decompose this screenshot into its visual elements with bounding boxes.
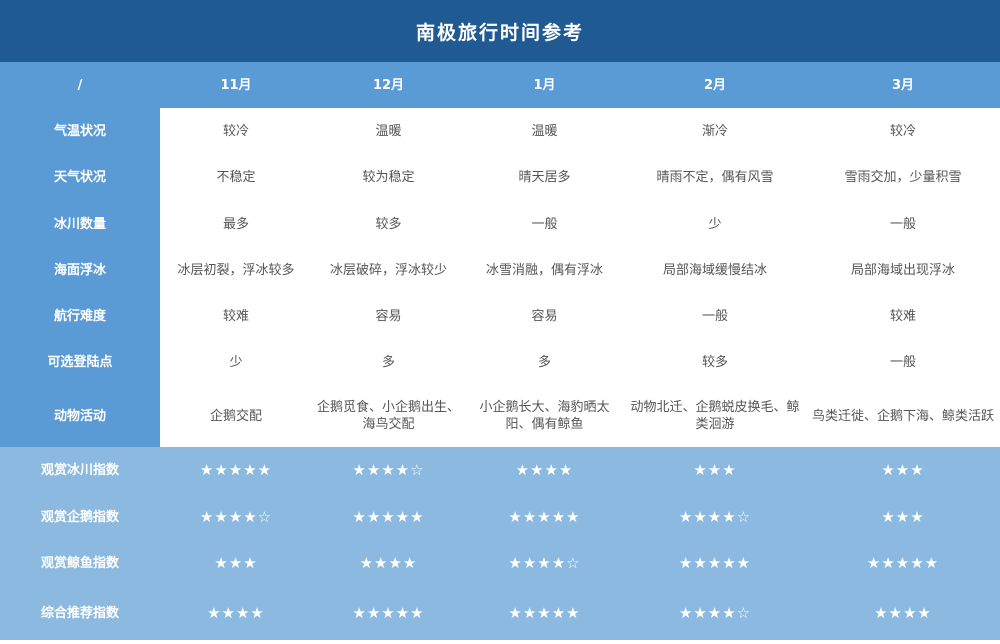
star-rating: ★★★★☆ <box>624 494 806 540</box>
star-rating: ★★★★ <box>806 587 1000 640</box>
table-cell: 容易 <box>465 293 624 339</box>
table-cell: 一般 <box>806 339 1000 385</box>
table-cell: 晴天居多 <box>465 154 624 201</box>
table-cell: 冰层初裂，浮冰较多 <box>160 247 312 293</box>
star-rating: ★★★★★ <box>624 540 806 587</box>
index-label-glacier: 观赏冰川指数 <box>0 447 160 494</box>
star-rating: ★★★★★ <box>160 447 312 494</box>
column-header-corner: / <box>0 62 160 108</box>
table-cell: 较冷 <box>806 108 1000 154</box>
page-title: 南极旅行时间参考 <box>0 0 1000 62</box>
index-label-overall: 综合推荐指数 <box>0 587 160 640</box>
table-cell: 较难 <box>160 293 312 339</box>
index-label-whale: 观赏鲸鱼指数 <box>0 540 160 587</box>
table-cell: 少 <box>624 201 806 247</box>
column-header-feb: 2月 <box>624 62 806 108</box>
table-cell: 容易 <box>312 293 465 339</box>
star-rating: ★★★ <box>806 494 1000 540</box>
table-cell: 动物北迁、企鹅蜕皮换毛、鲸类洄游 <box>624 385 806 447</box>
star-rating: ★★★★★ <box>312 494 465 540</box>
table-cell: 渐冷 <box>624 108 806 154</box>
star-rating: ★★★★ <box>465 447 624 494</box>
table-cell: 最多 <box>160 201 312 247</box>
table-cell: 较难 <box>806 293 1000 339</box>
row-label-animal-activity: 动物活动 <box>0 385 160 447</box>
table-cell: 企鹅交配 <box>160 385 312 447</box>
row-label-landing-sites: 可选登陆点 <box>0 339 160 385</box>
row-label-temperature: 气温状况 <box>0 108 160 154</box>
row-label-glaciers: 冰川数量 <box>0 201 160 247</box>
table-cell: 温暖 <box>312 108 465 154</box>
column-header-dec: 12月 <box>312 62 465 108</box>
table-cell: 较为稳定 <box>312 154 465 201</box>
star-rating: ★★★★☆ <box>312 447 465 494</box>
table-cell: 雪雨交加，少量积雪 <box>806 154 1000 201</box>
table-cell: 少 <box>160 339 312 385</box>
star-rating: ★★★★☆ <box>160 494 312 540</box>
table-cell: 较多 <box>312 201 465 247</box>
table-cell: 冰雪消融，偶有浮冰 <box>465 247 624 293</box>
row-label-sea-ice: 海面浮冰 <box>0 247 160 293</box>
row-label-navigation: 航行难度 <box>0 293 160 339</box>
star-rating: ★★★★ <box>160 587 312 640</box>
star-rating: ★★★★ <box>312 540 465 587</box>
column-header-nov: 11月 <box>160 62 312 108</box>
table-cell: 晴雨不定，偶有风雪 <box>624 154 806 201</box>
table-cell: 较多 <box>624 339 806 385</box>
table-cell: 不稳定 <box>160 154 312 201</box>
table-cell: 温暖 <box>465 108 624 154</box>
table-cell: 较冷 <box>160 108 312 154</box>
star-rating: ★★★★★ <box>806 540 1000 587</box>
column-header-jan: 1月 <box>465 62 624 108</box>
table-cell: 局部海域出现浮冰 <box>806 247 1000 293</box>
star-rating: ★★★ <box>806 447 1000 494</box>
table-cell: 企鹅觅食、小企鹅出生、海鸟交配 <box>312 385 465 447</box>
table-cell: 小企鹅长大、海豹晒太阳、偶有鲸鱼 <box>465 385 624 447</box>
row-label-weather: 天气状况 <box>0 154 160 201</box>
table-cell: 一般 <box>465 201 624 247</box>
star-rating: ★★★★☆ <box>624 587 806 640</box>
travel-time-table: / 11月 12月 1月 2月 3月 气温状况 较冷 温暖 温暖 渐冷 较冷 天… <box>0 62 1000 644</box>
star-rating: ★★★ <box>624 447 806 494</box>
star-rating: ★★★ <box>160 540 312 587</box>
star-rating: ★★★★★ <box>465 494 624 540</box>
table-cell: 多 <box>465 339 624 385</box>
star-rating: ★★★★☆ <box>465 540 624 587</box>
star-rating: ★★★★★ <box>465 587 624 640</box>
table-cell: 一般 <box>624 293 806 339</box>
column-header-mar: 3月 <box>806 62 1000 108</box>
table-cell: 一般 <box>806 201 1000 247</box>
index-label-penguin: 观赏企鹅指数 <box>0 494 160 540</box>
table-cell: 局部海域缓慢结冰 <box>624 247 806 293</box>
table-cell: 鸟类迁徙、企鹅下海、鲸类活跃 <box>806 385 1000 447</box>
table-cell: 多 <box>312 339 465 385</box>
star-rating: ★★★★★ <box>312 587 465 640</box>
table-cell: 冰层破碎，浮冰较少 <box>312 247 465 293</box>
